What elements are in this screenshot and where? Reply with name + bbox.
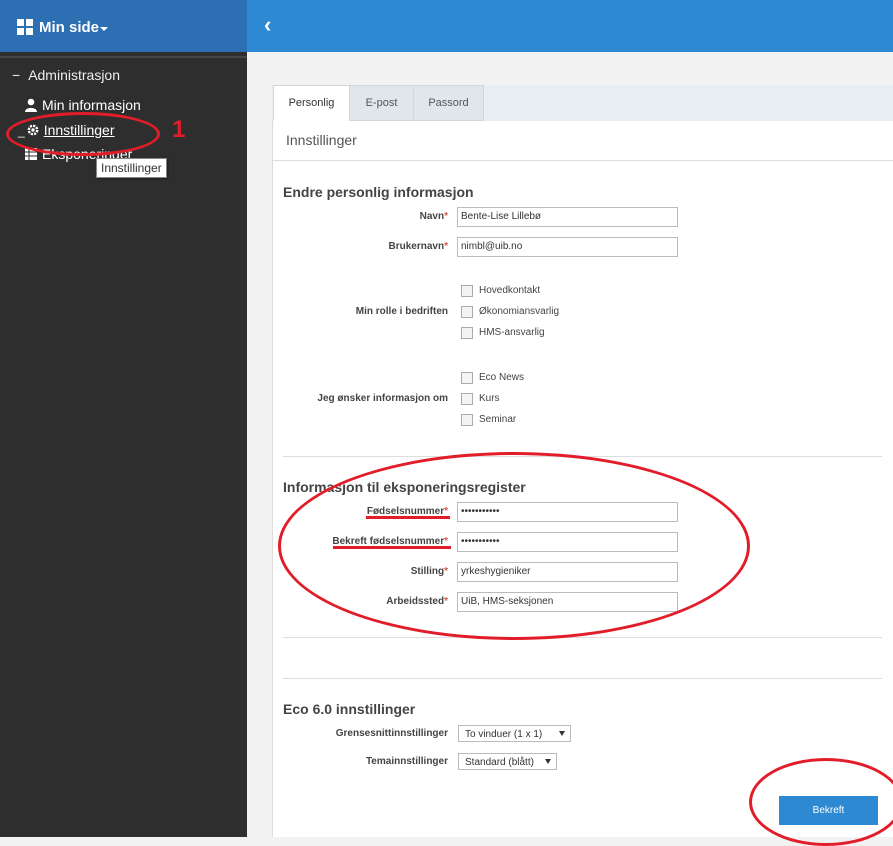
interface-label: Grensesnittinnstillinger [335,728,448,739]
tab-personlig[interactable]: Personlig [273,85,350,121]
user-icon [25,98,37,112]
sidebar-title[interactable]: Min side [39,19,99,36]
annotation-underline [366,516,450,519]
checkbox-okonomiansvarlig[interactable] [461,306,473,318]
chevron-left-icon[interactable]: ‹ [264,12,271,38]
section-title-eco: Eco 6.0 innstillinger [283,701,416,717]
annotation-circle-submit [749,758,893,846]
grid-icon [17,19,33,35]
annotation-underline [333,546,451,549]
checkbox-label: Hovedkontakt [479,285,541,296]
checkbox-label: Økonomiansvarlig [479,306,560,317]
sidebar-section-admin[interactable]: − Administrasjon [12,67,120,83]
collapse-icon: − [12,67,21,83]
divider [272,160,893,161]
tooltip: Innstillinger [96,158,167,178]
theme-select[interactable]: Standard (blått) [458,753,557,770]
dropdown-arrow-icon [545,759,551,764]
sidebar-header[interactable]: Min side [0,0,247,52]
name-label: Navn* [419,211,448,222]
caret-down-icon[interactable] [100,27,108,31]
interface-select[interactable]: To vinduer (1 x 1) [458,725,571,742]
tab-e-post[interactable]: E-post [349,85,414,121]
tab-passord[interactable]: Passord [413,85,484,121]
sidebar-item-label: Min informasjon [42,97,141,113]
divider [283,637,882,638]
username-field[interactable]: nimbl@uib.no [457,237,678,257]
sidebar-section-label: Administrasjon [28,67,121,83]
role-label: Min rolle i bedriften [355,306,448,317]
section-title-personal: Endre personlig informasjon [283,184,474,200]
checkbox-eco-news[interactable] [461,372,473,384]
checkbox-label: HMS-ansvarlig [479,327,545,338]
checkbox-label: Kurs [479,393,500,404]
theme-label: Temainnstillinger [365,756,448,767]
name-field[interactable]: Bente-Lise Lillebø [457,207,678,227]
info-label: Jeg ønsker informasjon om [317,393,448,404]
page-title: Innstillinger [286,132,357,148]
top-bar [247,0,893,52]
checkbox-kurs[interactable] [461,393,473,405]
username-label: Brukernavn* [388,241,448,252]
checkbox-label: Eco News [479,372,525,383]
checkbox-hovedkontakt[interactable] [461,285,473,297]
sidebar-item-min-informasjon[interactable]: Min informasjon [24,97,141,113]
checkbox-label: Seminar [479,414,517,425]
checkbox-hms-ansvarlig[interactable] [461,327,473,339]
divider [283,678,882,679]
sidebar-divider [0,56,247,58]
checkbox-seminar[interactable] [461,414,473,426]
annotation-number: 1 [172,116,186,143]
dropdown-arrow-icon [559,731,565,736]
annotation-circle-settings [6,112,160,156]
